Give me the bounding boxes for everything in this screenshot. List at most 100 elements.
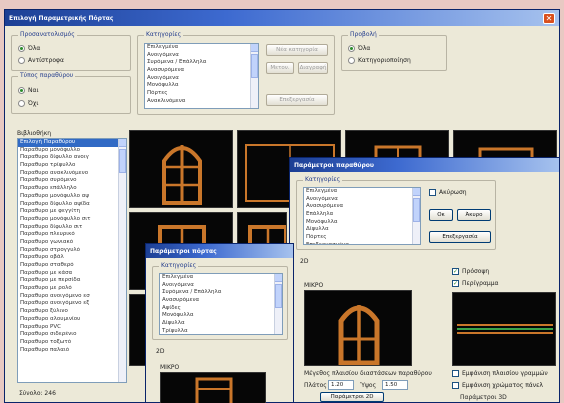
list-item[interactable]: Παραθυρο γωνιακό xyxy=(18,239,126,247)
delete-category-button[interactable]: Διαγραφή xyxy=(298,62,328,74)
scroll-up-icon[interactable] xyxy=(119,139,126,147)
list-item[interactable]: Ανοιγόμενα xyxy=(145,52,258,60)
list-item[interactable]: Ανοιγόμενα xyxy=(145,75,258,83)
list-item[interactable]: Πόρτες xyxy=(145,90,258,98)
thumbnail-arched-window[interactable] xyxy=(129,130,233,208)
show-panel-color-checkbox[interactable]: Εμφάνιση χρώματος πάνελ xyxy=(452,382,543,389)
facade-checkbox[interactable]: ✓ Πρόσοψη xyxy=(452,268,489,275)
scroll-thumb[interactable] xyxy=(251,54,258,78)
scroll-up-icon[interactable] xyxy=(413,188,420,196)
view-radio-category[interactable]: Κατηγοριοποίηση xyxy=(348,57,411,64)
list-item[interactable]: Παραθυρο στρογγυλό xyxy=(18,247,126,255)
list-item[interactable]: Παραθυρο παλαιό xyxy=(18,347,126,355)
type-group: Τύπος παραθύρου Ναι Όχι xyxy=(11,72,131,114)
list-item[interactable]: Παραθυρο αλουμινίου xyxy=(18,316,126,324)
window-params-titlebar[interactable]: Παράμετροι παραθύρου xyxy=(290,158,559,172)
window-params-edit-button[interactable]: Επεξεργασία xyxy=(429,231,491,243)
list-item[interactable]: Παραθυρο δίφυλλο ανοιγ xyxy=(18,154,126,162)
list-item[interactable]: Παραθυρο συρόμενο xyxy=(18,177,126,185)
vertical-scrollbar[interactable] xyxy=(118,139,126,382)
checkbox-icon xyxy=(452,370,459,377)
vertical-scrollbar[interactable] xyxy=(250,44,258,108)
list-item[interactable]: Επεξεργασμένα xyxy=(304,242,420,244)
list-item[interactable]: Αψίδες xyxy=(160,305,282,313)
list-item[interactable]: Παραθυρο ανακλινόμενο xyxy=(18,170,126,178)
list-item[interactable]: Δίφυλλα xyxy=(304,226,420,234)
list-item[interactable]: Παραθυρο μονόφυλλο xyxy=(18,147,126,155)
list-item[interactable]: Ανασυρόμενα xyxy=(304,203,420,211)
list-item[interactable]: Παραθυρο σταθερό xyxy=(18,262,126,270)
new-category-button[interactable]: Νέα κατηγορία xyxy=(266,44,328,56)
door-params-preview-label: ΜΙΚΡΟ xyxy=(160,364,180,371)
window-params-cancel-button[interactable]: Άκυρο xyxy=(457,209,491,221)
list-item[interactable]: Ανακλινόμενα xyxy=(145,98,258,106)
list-item[interactable]: Δίφυλλα xyxy=(160,320,282,328)
radio-label: Αντίστροφα xyxy=(28,57,64,64)
list-item[interactable]: Παραθυρο με κάσα xyxy=(18,270,126,278)
outline-checkbox[interactable]: ✓ Περίγραμμα xyxy=(452,280,499,287)
door-params-titlebar[interactable]: Παράμετροι πόρτας xyxy=(146,244,293,258)
window-params-ok-button[interactable]: Οκ xyxy=(429,209,453,221)
window-params-preview-label: ΜΙΚΡΟ xyxy=(304,282,324,289)
list-item[interactable]: Ανασυρόμενα xyxy=(160,297,282,305)
view-radio-all[interactable]: Όλα xyxy=(348,45,370,52)
scroll-thumb[interactable] xyxy=(413,198,420,222)
list-item[interactable]: Επιλογή Παραθύρου xyxy=(18,139,126,147)
window-params-width-field[interactable]: 1.20 xyxy=(328,380,354,390)
list-item[interactable]: Ανασυρόμενα xyxy=(145,67,258,75)
vertical-scrollbar[interactable] xyxy=(412,188,420,244)
vertical-scrollbar[interactable] xyxy=(274,274,282,334)
list-item[interactable]: Παραθυρο οβάλ xyxy=(18,254,126,262)
window-params-cancel-checkbox[interactable]: Ακύρωση xyxy=(429,189,467,196)
rename-category-button[interactable]: Μετον. xyxy=(266,62,294,74)
orientation-radio-all[interactable]: Όλα xyxy=(18,45,40,52)
list-item[interactable]: Παραθυρο δίφυλλο αψίδα xyxy=(18,201,126,209)
list-item[interactable]: Παραθυρο με φεγγίτη xyxy=(18,208,126,216)
radio-label: Όλα xyxy=(358,45,371,52)
main-titlebar[interactable]: Επιλογή Παραμετρικής Πόρτας xyxy=(5,10,559,26)
door-params-categories-list[interactable]: Επιλεγμένα Ανοιγόμενα Συρόμενα / Επάλληλα Α… xyxy=(159,273,283,335)
show-frame-lines-checkbox[interactable]: Εμφάνιση πλαισίου γραμμών xyxy=(452,370,548,377)
list-item[interactable]: Επάλληλα xyxy=(304,211,420,219)
list-item[interactable]: Παραθυρο τρίφυλλο xyxy=(18,162,126,170)
list-item[interactable]: Μονόφυλλα xyxy=(145,82,258,90)
window-params-categories-list[interactable]: Επιλεγμένα Ανοιγόμενα Ανασυρόμενα Επάλληλα Μ… xyxy=(303,187,421,245)
list-item[interactable]: Συρόμενα / Επάλληλα xyxy=(160,289,282,297)
list-item[interactable]: Μονόφυλλα xyxy=(160,312,282,320)
list-item[interactable]: Συρόμενα / Επάλληλα xyxy=(145,59,258,67)
list-item[interactable]: Παραθυρο πλευρικό xyxy=(18,231,126,239)
list-item[interactable]: Παραθυρο τοξωτό xyxy=(18,339,126,347)
list-item[interactable]: Τρίφυλλα xyxy=(160,328,282,334)
list-item[interactable]: Παραθυρο σιδερένιο xyxy=(18,331,126,339)
list-item[interactable]: Παραθυρο δίφυλλο σιτ xyxy=(18,224,126,232)
edit-category-button[interactable]: Επεξεργασία xyxy=(266,94,328,106)
scroll-thumb[interactable] xyxy=(119,149,126,173)
list-item[interactable]: Μονόφυλλα xyxy=(304,219,420,227)
scroll-thumb[interactable] xyxy=(275,284,282,308)
list-item[interactable]: Παραθυρο μονόφυλλο αψ xyxy=(18,193,126,201)
list-item[interactable]: Επιλεγμένα xyxy=(160,274,282,282)
list-item[interactable]: Παραθυρο επάλληλο xyxy=(18,185,126,193)
list-item[interactable]: Παραθυρο με ρολό xyxy=(18,285,126,293)
list-item[interactable]: Επιλεγμένα xyxy=(304,188,420,196)
close-button[interactable]: ✕ xyxy=(543,13,555,24)
list-item[interactable]: Ανοιγόμενα xyxy=(304,196,420,204)
type-radio-no[interactable]: Όχι xyxy=(18,100,38,107)
categories-list[interactable]: Επιλεγμένα Ανοιγόμενα Συρόμενα / Επάλληλα Α… xyxy=(144,43,259,109)
list-item[interactable]: Παραθυρο ανοιγόμενο εξ xyxy=(18,300,126,308)
list-item[interactable]: Ανοιγόμενα xyxy=(160,282,282,290)
scroll-up-icon[interactable] xyxy=(251,44,258,52)
scroll-up-icon[interactable] xyxy=(275,274,282,282)
orientation-radio-reverse[interactable]: Αντίστροφα xyxy=(18,57,64,64)
type-radio-yes[interactable]: Ναι xyxy=(18,87,38,94)
list-item[interactable]: Επιλεγμένα xyxy=(145,44,258,52)
list-item[interactable]: Πόρτες xyxy=(304,234,420,242)
list-item[interactable]: Παραθυρο PVC xyxy=(18,324,126,332)
list-item[interactable]: Παραθυρο με περσίδα xyxy=(18,277,126,285)
list-item[interactable]: Παραθυρο ανοιγόμενο εσ xyxy=(18,293,126,301)
window-params-2d-button[interactable]: Παράμετροι 2D xyxy=(320,392,384,402)
list-item[interactable]: Παραθυρο μονόφυλλο σιτ xyxy=(18,216,126,224)
library-list[interactable]: Επιλογή Παραθύρου Παραθυρο μονόφυλλο Παραθ… xyxy=(17,138,127,383)
list-item[interactable]: Παραθυρο ξύλινο xyxy=(18,308,126,316)
window-params-height-field[interactable]: 1.50 xyxy=(382,380,408,390)
